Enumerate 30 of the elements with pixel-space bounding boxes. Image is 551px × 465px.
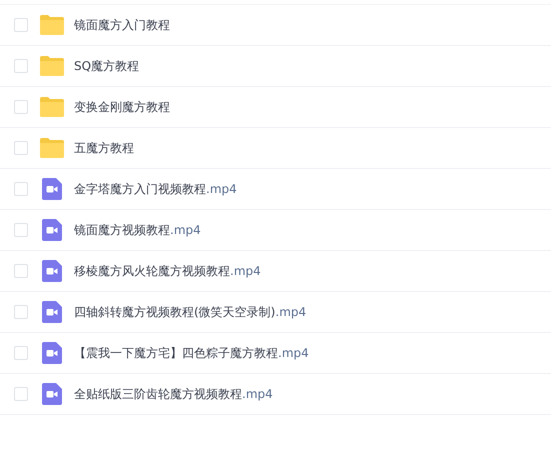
file-name[interactable]: 金字塔魔方入门视频教程.mp4 [74, 180, 237, 198]
folder-icon [40, 56, 64, 76]
checkbox[interactable] [14, 59, 28, 73]
checkbox[interactable] [14, 141, 28, 155]
checkbox[interactable] [14, 18, 28, 32]
video-file-icon [42, 260, 62, 282]
file-name[interactable]: 全贴纸版三阶齿轮魔方视频教程.mp4 [74, 386, 273, 402]
video-file-icon [42, 301, 62, 323]
checkbox[interactable] [14, 223, 28, 237]
file-name[interactable]: 镜面魔方视频教程.mp4 [74, 222, 201, 238]
file-name[interactable]: 移棱魔方风火轮魔方视频教程.mp4 [74, 262, 261, 280]
folder-icon [40, 15, 64, 35]
video-file-icon [42, 342, 62, 364]
video-file-icon [42, 383, 62, 405]
checkbox[interactable] [14, 387, 28, 401]
file-name[interactable]: 【震我一下魔方宅】四色粽子魔方教程.mp4 [74, 344, 309, 362]
file-name[interactable]: 五魔方教程 [74, 140, 134, 156]
file-name[interactable]: 变换金刚魔方教程 [74, 98, 170, 116]
file-name[interactable]: SQ魔方教程 [74, 58, 140, 74]
file-name[interactable]: 四轴斜转魔方视频教程(微笑天空录制).mp4 [74, 304, 306, 320]
file-name[interactable]: 镜面魔方入门教程 [74, 16, 170, 34]
folder-icon [40, 138, 64, 158]
checkbox[interactable] [14, 182, 28, 196]
video-file-icon [42, 178, 62, 200]
video-file-icon [42, 219, 62, 241]
checkbox[interactable] [14, 305, 28, 319]
checkbox[interactable] [14, 264, 28, 278]
folder-icon [40, 97, 64, 117]
checkbox[interactable] [14, 346, 28, 360]
checkbox[interactable] [14, 100, 28, 114]
